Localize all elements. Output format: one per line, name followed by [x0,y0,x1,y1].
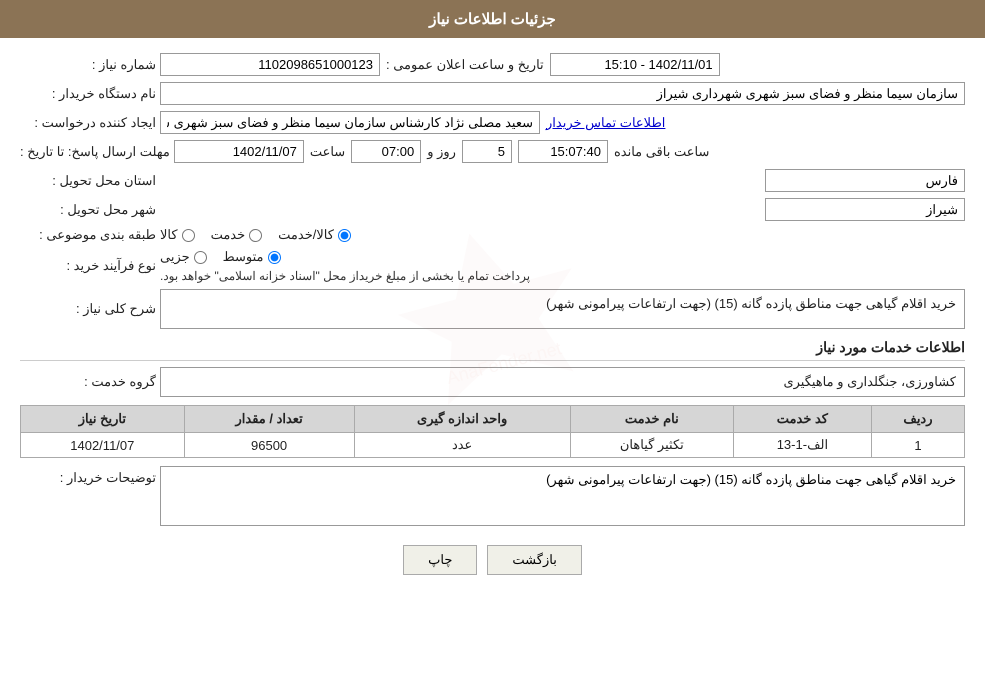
province-row: استان محل تحویل : [20,169,965,192]
table-cell-date: 1402/11/07 [21,433,185,458]
service-group-label: گروه خدمت : [20,374,160,390]
table-row: 1الف-1-13تکثیر گیاهانعدد965001402/11/07 [21,433,965,458]
buyer-org-row: نام دستگاه خریدار : [20,82,965,105]
need-number-input[interactable] [160,53,380,76]
table-cell-name: تکثیر گیاهان [570,433,733,458]
deadline-label: مهلت ارسال پاسخ: تا تاریخ : [20,144,174,160]
service-group-row: گروه خدمت : کشاورزی، جنگلداری و ماهیگیری [20,367,965,397]
buyer-org-input[interactable] [160,82,965,105]
need-description-box: خرید اقلام گیاهی جهت مناطق پازده گانه (1… [160,289,965,329]
category-goods-service-item: کالا/خدمت [278,227,351,243]
category-goods-service-radio[interactable] [338,229,351,242]
service-info-title: اطلاعات خدمات مورد نیاز [20,339,965,361]
buyer-desc-textarea[interactable] [160,466,965,526]
service-group-text: کشاورزی، جنگلداری و ماهیگیری [783,374,956,389]
need-description-text: خرید اقلام گیاهی جهت مناطق پازده گانه (1… [546,296,956,311]
city-row: شهر محل تحویل : [20,198,965,221]
process-partial-item: جزیی [160,249,207,265]
deadline-remaining-input[interactable] [518,140,608,163]
process-medium-radio[interactable] [268,251,281,264]
creator-contact-link[interactable]: اطلاعات تماس خریدار [546,115,665,131]
deadline-days-input[interactable] [462,140,512,163]
deadline-date-input[interactable] [174,140,304,163]
process-label: نوع فرآیند خرید : [20,258,160,274]
col-unit: واحد اندازه گیری [354,406,570,433]
province-input[interactable] [765,169,965,192]
category-goods-radio[interactable] [182,229,195,242]
process-row: نوع فرآیند خرید : جزیی متوسط پرداخت تمام… [20,249,965,283]
back-button[interactable]: بازگشت [487,545,581,575]
need-number-row: شماره نیاز : تاریخ و ساعت اعلان عمومی : [20,53,965,76]
category-row: طبقه بندی موضوعی : کالا خدمت کالا/خدمت [20,227,965,243]
deadline-row: مهلت ارسال پاسخ: تا تاریخ : ساعت روز و س… [20,140,965,163]
category-service-label: خدمت [211,227,246,243]
col-date: تاریخ نیاز [21,406,185,433]
province-label: استان محل تحویل : [20,173,160,189]
process-partial-radio[interactable] [194,251,207,264]
need-description-label: شرح کلی نیاز : [20,301,160,317]
service-table: ردیف کد خدمت نام خدمت واحد اندازه گیری ت… [20,405,965,458]
category-goods-item: کالا [160,227,195,243]
creator-label: ایجاد کننده درخواست : [20,115,160,131]
announcement-date-label: تاریخ و ساعت اعلان عمومی : [386,57,544,73]
category-label: طبقه بندی موضوعی : [20,227,160,243]
table-cell-quantity: 96500 [184,433,354,458]
col-row-num: ردیف [871,406,964,433]
deadline-day-label: روز و [427,144,456,160]
category-service-radio[interactable] [249,229,262,242]
buyer-desc-label: توضیحات خریدار : [20,466,160,486]
category-service-item: خدمت [211,227,263,243]
service-group-box: کشاورزی، جنگلداری و ماهیگیری [160,367,965,397]
service-table-header-row: ردیف کد خدمت نام خدمت واحد اندازه گیری ت… [21,406,965,433]
page-header: جزئیات اطلاعات نیاز [0,0,985,38]
process-medium-item: متوسط [223,249,281,265]
col-name: نام خدمت [570,406,733,433]
deadline-remaining-label: ساعت باقی مانده [614,144,709,160]
col-code: کد خدمت [733,406,871,433]
category-goods-label: کالا [160,227,178,243]
announcement-date-input[interactable] [550,53,720,76]
creator-input[interactable] [160,111,540,134]
deadline-time-label: ساعت [310,144,345,160]
city-label: شهر محل تحویل : [20,202,160,218]
buyer-desc-row: توضیحات خریدار : [20,466,965,529]
process-medium-label: متوسط [223,249,264,265]
page-title: جزئیات اطلاعات نیاز [429,11,556,28]
need-number-label: شماره نیاز : [20,57,160,73]
table-cell-code: الف-1-13 [733,433,871,458]
buttons-row: بازگشت چاپ [20,545,965,575]
print-button[interactable]: چاپ [403,545,477,575]
process-notice: پرداخت تمام یا بخشی از مبلغ خریداز محل "… [160,269,530,283]
category-goods-service-label: کالا/خدمت [278,227,334,243]
deadline-time-input[interactable] [351,140,421,163]
table-cell-unit: عدد [354,433,570,458]
creator-row: ایجاد کننده درخواست : اطلاعات تماس خریدا… [20,111,965,134]
city-input[interactable] [765,198,965,221]
table-cell-row: 1 [871,433,964,458]
buyer-org-label: نام دستگاه خریدار : [20,86,160,102]
need-description-row: شرح کلی نیاز : خرید اقلام گیاهی جهت مناط… [20,289,965,329]
process-partial-label: جزیی [160,249,190,265]
col-quantity: تعداد / مقدار [184,406,354,433]
